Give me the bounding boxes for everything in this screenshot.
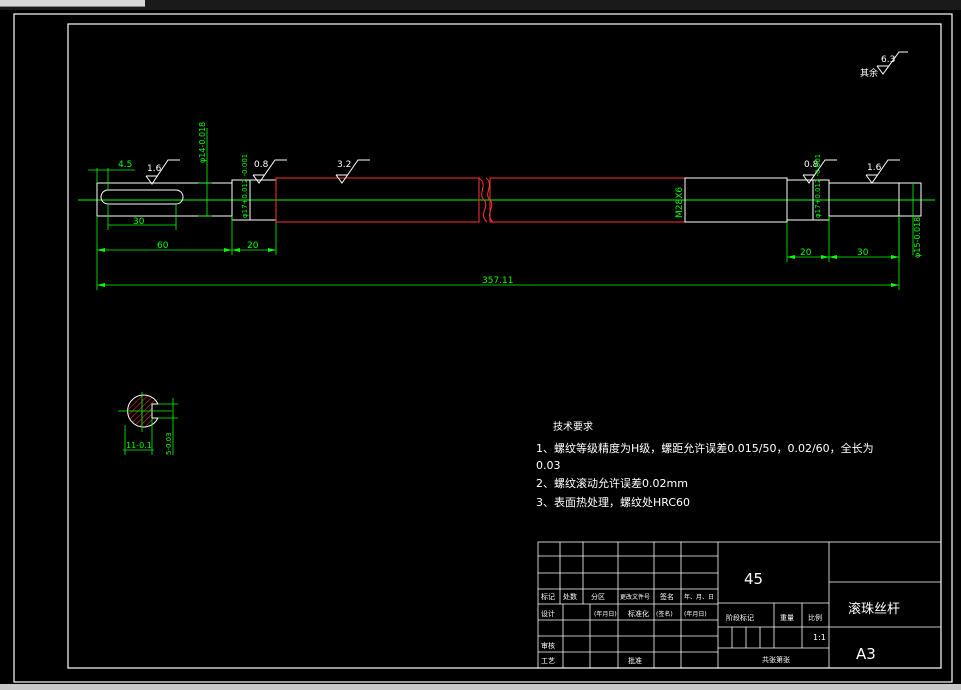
col-label-3: 分区 (591, 592, 605, 601)
dim-total-length: 357.11 (482, 276, 514, 286)
dimension-lines (88, 128, 914, 290)
dim-section-height: 5-0.03 (165, 432, 173, 455)
tech-line-3: 3、表面热处理，螺纹处HRC60 (536, 495, 690, 509)
tech-heading: 技术要求 (553, 420, 593, 433)
process-label: 工艺 (541, 657, 555, 665)
roughness-mark-2: 0.8 (254, 160, 269, 170)
roughness-mark-1: 1.6 (147, 164, 162, 174)
std-label: 标准化 (628, 609, 649, 618)
review-label: 审核 (541, 641, 555, 650)
dim-bearing-left-length: 20 (247, 241, 259, 251)
technical-requirements: 技术要求 1、螺纹等级精度为H级，螺距允许误差0.015/50，0.02/60，… (536, 420, 874, 509)
col-label-4: 更改文件号 (620, 593, 650, 601)
std-date: (年月日) (684, 610, 707, 618)
dim-key-length: 30 (133, 217, 145, 227)
scale-value: 1:1 (813, 633, 826, 642)
approve-label: 批准 (628, 656, 642, 665)
col-label-2: 处数 (563, 592, 577, 601)
dim-bearing-right-diameter: φ17+0.012 -0.001 (814, 154, 822, 218)
dim-left-diameter: φ14-0.018 (198, 122, 207, 163)
dim-thread: M28X6 (675, 187, 685, 218)
col-label-1: 标记 (541, 592, 555, 601)
sheet-size: A3 (856, 645, 876, 663)
roughness-other-label: 其余 (860, 67, 878, 79)
dim-left-length: 60 (157, 241, 169, 251)
ratio-label: 比例 (808, 613, 822, 622)
part-name: 滚珠丝杆 (848, 601, 900, 617)
col-label-6: 年、月、日 (684, 593, 714, 601)
title-block-text: 45 滚珠丝杆 A3 1:1 标记 处数 分区 更改文件号 签名 年、月、日 设… (541, 570, 900, 665)
tech-line-1: 1、螺纹等级精度为H级，螺距允许误差0.015/50，0.02/60，全长为 (536, 441, 874, 455)
dim-left-gap: 4.5 (118, 160, 132, 170)
sheets-label: 共张第张 (762, 655, 790, 664)
window-bottom-bar (0, 684, 961, 690)
design-date: (年月日) (594, 610, 617, 618)
inner-frame (67, 23, 942, 669)
tech-line-2: 2、螺纹滚动允许误差0.02mm (536, 476, 688, 490)
outer-frame (13, 13, 953, 683)
std-sign: (签名) (656, 610, 673, 618)
dim-bearing-right-length: 20 (800, 248, 812, 258)
roughness-mark-5: 1.6 (867, 163, 882, 173)
material: 45 (744, 570, 763, 588)
roughness-mark-3: 3.2 (337, 160, 351, 170)
dim-section-width: 11-0.1 (126, 441, 152, 450)
tech-line-1b: 0.03 (536, 459, 561, 472)
design-label: 设计 (541, 609, 555, 618)
weight-label: 重量 (780, 614, 794, 622)
dim-right-length: 30 (857, 248, 869, 258)
dim-right-diameter: φ15-0.018 (913, 217, 922, 258)
dim-bearing-left-diameter: φ17+0.012 -0.001 (241, 154, 249, 218)
col-label-5: 签名 (660, 592, 674, 601)
roughness-other-value: 6.3 (881, 55, 895, 65)
stage-label: 阶段标记 (726, 613, 754, 622)
drawing-canvas: 1.6 0.8 3.2 0.8 1.6 6.3 其余 4.5 30 60 20 … (13, 13, 953, 683)
section-view: 11-0.1 5-0.03 (118, 392, 178, 455)
keyway (100, 189, 184, 205)
